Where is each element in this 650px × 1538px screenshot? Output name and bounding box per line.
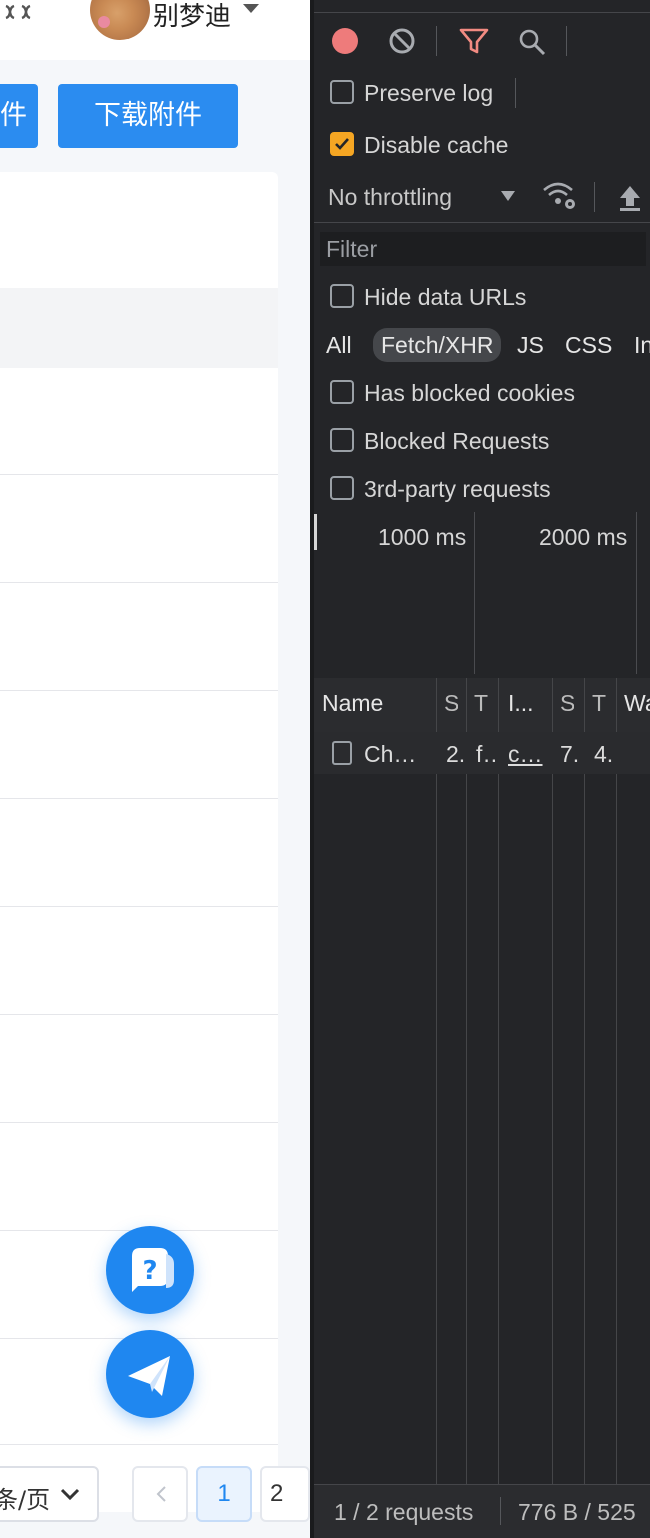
disable-cache-label: Disable cache [364,132,509,158]
web-app-panel: 别梦迪 件 下载附件 ? 条/页 1 2 [0,0,310,1538]
hide-data-urls-label: Hide data URLs [364,284,527,310]
table-header [0,288,278,368]
toolbar-separator [594,182,595,212]
clear-icon[interactable] [388,27,416,55]
toolbar-separator [515,78,516,108]
toolbar-separator [566,26,567,56]
network-conditions-icon[interactable] [540,180,578,212]
filter-input[interactable]: Filter [320,232,646,266]
toolbar-divider [314,12,650,13]
page-1-button[interactable]: 1 [196,1466,252,1522]
column-header-size[interactable]: S [560,690,574,717]
dropdown-arrow-icon[interactable] [500,190,516,202]
chevron-down-icon [60,1488,80,1501]
paper-plane-icon [128,1356,170,1396]
has-blocked-cookies-label: Has blocked cookies [364,380,575,406]
request-time: 4. [594,741,614,767]
blocked-requests-label: Blocked Requests [364,428,550,454]
request-initiator-link[interactable]: c… [508,741,548,768]
avatar[interactable] [90,0,150,40]
row-file-icon [332,741,352,765]
column-header-type[interactable]: T [474,690,488,717]
blocked-requests-checkbox[interactable] [330,428,354,452]
timeline-tick-label: 2000 ms [539,524,628,550]
request-count: 1 / 2 requests [334,1499,474,1525]
column-divider [616,678,617,1484]
type-filter-img[interactable]: In [634,328,650,362]
partial-action-button[interactable]: 件 [0,84,38,148]
caret-down-icon[interactable] [243,4,259,13]
help-icon: ? [132,1248,174,1292]
filter-divider [314,222,650,223]
third-party-requests-label: 3rd-party requests [364,476,551,502]
transferred-size: 776 B / 525 [518,1499,636,1525]
top-bar: 别梦迪 [0,0,310,60]
page-size-label: 条/页 [0,1486,51,1514]
timeline-cursor[interactable] [314,514,317,550]
toolbar-separator [436,26,437,56]
preserve-log-checkbox[interactable] [330,80,354,104]
column-header-initiator[interactable]: I... [508,690,548,717]
devtools-network-panel: Preserve log Disable cache No throttling… [310,0,650,1538]
status-separator [500,1497,501,1525]
table-row [0,906,278,907]
filter-icon[interactable] [459,27,489,55]
column-divider [466,678,467,1484]
column-header-name[interactable]: Name [322,690,432,717]
column-header-waterfall[interactable]: Wa [624,690,650,717]
request-type: f… [476,741,498,767]
timeline-overview[interactable]: 1000 ms 2000 ms [314,512,650,674]
has-blocked-cookies-checkbox[interactable] [330,380,354,404]
username[interactable]: 别梦迪 [153,0,231,33]
column-header-time[interactable]: T [592,690,606,717]
disable-cache-checkbox[interactable] [330,132,354,156]
table-row [0,474,278,475]
column-divider [584,678,585,1484]
request-size: 7. [560,741,580,767]
column-header-status[interactable]: S [444,690,458,717]
partial-action-label: 件 [0,100,27,131]
chevron-left-icon [156,1486,166,1502]
type-filter-fetch-xhr[interactable]: Fetch/XHR [373,328,502,362]
throttling-select[interactable]: No throttling [328,184,452,211]
table-row [0,798,278,799]
prev-page-button[interactable] [132,1466,188,1522]
preserve-log-label: Preserve log [364,80,494,106]
column-divider [552,678,553,1484]
table-row [0,582,278,583]
third-party-requests-checkbox[interactable] [330,476,354,500]
type-filter-js[interactable]: JS [517,328,544,362]
column-divider [498,678,499,1484]
hide-data-urls-checkbox[interactable] [330,284,354,308]
function-icon[interactable] [4,2,40,26]
help-button[interactable]: ? [106,1226,194,1314]
type-filter-all[interactable]: All [326,328,352,362]
send-button[interactable] [106,1330,194,1418]
type-filter-css[interactable]: CSS [565,328,612,362]
request-name[interactable]: Ch… [364,741,432,768]
page-2-button[interactable]: 2 [260,1466,310,1522]
download-attachment-button[interactable]: 下载附件 [58,84,238,148]
record-button[interactable] [332,28,358,54]
upload-icon[interactable] [618,184,642,212]
status-bar: 1 / 2 requests 776 B / 525 [314,1484,650,1538]
table-row [0,1014,278,1015]
table-row [0,690,278,691]
search-icon[interactable] [517,27,547,57]
table-row [0,1444,278,1445]
timeline-tick-line [474,512,475,674]
table-row [0,1122,278,1123]
request-status: 2. [446,741,464,767]
checkmark-icon [335,138,349,150]
page-size-select[interactable]: 条/页 [0,1466,99,1522]
svg-text:?: ? [142,1256,157,1286]
column-divider [436,678,437,1484]
timeline-tick-line [636,512,637,674]
timeline-tick-label: 1000 ms [378,524,467,550]
